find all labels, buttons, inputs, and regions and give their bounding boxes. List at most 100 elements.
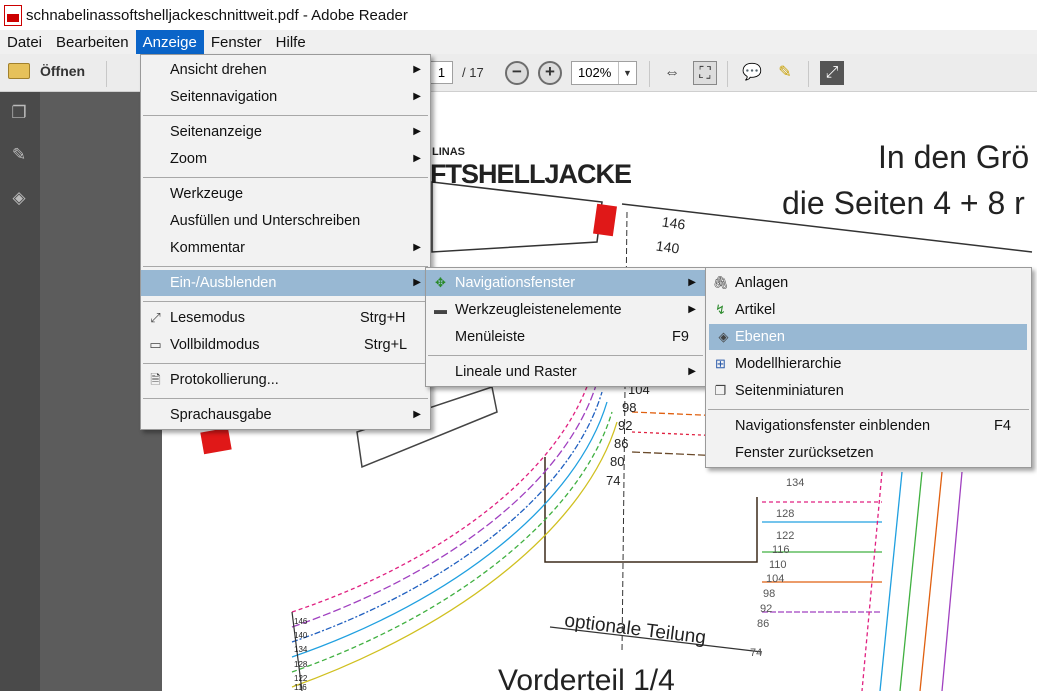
layers-icon[interactable]: ◈ — [8, 187, 30, 209]
chevron-right-icon: ▶ — [413, 126, 421, 137]
menu-item-anlagen[interactable]: 🖇 Anlagen — [706, 270, 1031, 296]
menu-item-menueleiste[interactable]: Menüleiste F9 — [426, 324, 705, 350]
size-label: 134 — [294, 645, 308, 654]
size-label: 128 — [776, 508, 795, 520]
size-label: 110 — [769, 559, 787, 571]
open-button[interactable]: Öffnen — [8, 63, 85, 79]
menu-separator — [143, 177, 428, 178]
open-label: Öffnen — [40, 63, 86, 79]
size-label: 98 — [763, 588, 776, 600]
window-title: schnabelinassoftshelljackeschnittweit.pd… — [26, 6, 408, 24]
menu-item-seitenminiaturen[interactable]: ❐ Seitenminiaturen — [706, 378, 1031, 404]
size-label: 146 — [661, 213, 687, 233]
page-thumbnails-icon: ❐ — [714, 383, 727, 398]
menu-item-modellhierarchie[interactable]: ⊞ Modellhierarchie — [706, 351, 1031, 377]
toolbar-separator — [808, 61, 809, 87]
menu-item-ein-ausblenden[interactable]: Ein-/Ausblenden ▶ — [141, 270, 430, 296]
brand-logo: FTSHELLJACKE — [430, 159, 632, 189]
menu-item-lineale-raster[interactable]: Lineale und Raster ▶ — [426, 359, 705, 385]
size-label: 104 — [766, 573, 785, 585]
size-label: 122 — [294, 674, 308, 683]
menu-separator — [143, 266, 428, 267]
menu-item-kommentar[interactable]: Kommentar ▶ — [141, 235, 430, 261]
menu-separator — [143, 363, 428, 364]
menu-item-ausfuellen[interactable]: Ausfüllen und Unterschreiben — [141, 208, 430, 234]
menu-item-sprachausgabe[interactable]: Sprachausgabe ▶ — [141, 402, 430, 428]
fit-width-icon[interactable]: ⇔ — [660, 61, 684, 85]
page-number-input[interactable]: 1 — [430, 61, 453, 84]
chevron-down-icon[interactable]: ▼ — [618, 62, 636, 84]
zoom-value: 102% — [578, 65, 612, 80]
size-label: 128 — [294, 660, 308, 669]
size-label: 80 — [610, 454, 625, 469]
menu-item-protokollierung[interactable]: 🗎 Protokollierung... — [141, 367, 430, 393]
navigation-sidebar: ❐ ✎ ◈ — [0, 92, 40, 691]
size-label: 74 — [750, 647, 763, 659]
paperclip-icon: 🖇 — [712, 275, 729, 290]
size-label: 116 — [294, 683, 307, 691]
menu-item-vollbildmodus[interactable]: ▭ Vollbildmodus Strg+L — [141, 332, 430, 358]
shortcut-label: Strg+L — [364, 337, 408, 353]
chevron-right-icon: ▶ — [413, 64, 421, 75]
fit-page-icon[interactable]: ⛶ — [693, 61, 717, 85]
article-icon: ↯ — [715, 302, 726, 317]
title-bar: schnabelinassoftshelljackeschnittweit.pd… — [0, 0, 1037, 30]
page-heading-line1: In den Grö — [878, 139, 1030, 175]
page-total: / 17 — [462, 65, 484, 80]
menu-item-seitenanzeige[interactable]: Seitenanzeige ▶ — [141, 119, 430, 145]
shortcut-label: Strg+H — [360, 310, 406, 326]
size-label: 146 — [294, 617, 308, 626]
menu-separator — [428, 355, 703, 356]
zoom-out-button[interactable]: − — [505, 61, 529, 85]
chevron-right-icon: ▶ — [413, 242, 421, 253]
menu-bearbeiten[interactable]: Bearbeiten — [49, 30, 136, 54]
reading-mode-icon: ⤢ — [150, 310, 161, 325]
menu-item-zoom[interactable]: Zoom ▶ — [141, 146, 430, 172]
highlight-text-icon[interactable]: ✎ — [773, 61, 797, 85]
size-label: 86 — [757, 618, 770, 630]
fullscreen-icon: ▭ — [149, 337, 162, 352]
layers-icon: ◈ — [718, 329, 729, 344]
chevron-right-icon: ▶ — [688, 366, 696, 377]
menu-anzeige[interactable]: Anzeige — [135, 30, 204, 54]
menu-hilfe[interactable]: Hilfe — [269, 30, 313, 54]
menu-separator — [143, 301, 428, 302]
chevron-right-icon: ▶ — [688, 277, 696, 288]
toolbar-separator — [106, 61, 107, 87]
expand-icon[interactable]: ⤢ — [820, 61, 844, 85]
toolbar-separator — [727, 61, 728, 87]
attachments-icon[interactable]: ✎ — [8, 144, 30, 166]
menu-item-werkzeuge[interactable]: Werkzeuge — [141, 181, 430, 207]
menu-datei[interactable]: Datei — [0, 30, 49, 54]
comment-icon[interactable]: 💬 — [740, 61, 764, 85]
menu-item-ansicht-drehen[interactable]: Ansicht drehen ▶ — [141, 57, 430, 83]
menu-item-navigationsfenster-einblenden[interactable]: Navigationsfenster einblenden F4 — [706, 413, 1031, 439]
chevron-right-icon: ▶ — [413, 409, 421, 420]
menu-item-fenster-zuruecksetzen[interactable]: Fenster zurücksetzen — [706, 440, 1031, 466]
menu-bar: Datei Bearbeiten Anzeige Fenster Hilfe — [0, 30, 1037, 54]
chevron-right-icon: ▶ — [413, 91, 421, 102]
size-label: 140 — [655, 237, 681, 257]
anzeige-menu: Ansicht drehen ▶ Seitennavigation ▶ Seiten… — [140, 54, 431, 430]
menu-fenster[interactable]: Fenster — [204, 30, 269, 54]
zoom-in-button[interactable]: + — [538, 61, 562, 85]
menu-item-navigationsfenster[interactable]: ✥ Navigationsfenster ▶ — [426, 270, 705, 296]
navigationsfenster-menu: 🖇 Anlagen ↯ Artikel ◈ Ebenen ⊞ Modellhierarc… — [705, 267, 1032, 468]
menu-item-artikel[interactable]: ↯ Artikel — [706, 297, 1031, 323]
menu-item-lesemodus[interactable]: ⤢ Lesemodus Strg+H — [141, 305, 430, 331]
menu-item-werkzeugleistenelemente[interactable]: ▬ Werkzeugleistenelemente ▶ — [426, 297, 705, 323]
menu-item-ebenen[interactable]: ◈ Ebenen — [709, 324, 1027, 350]
page-thumbnails-icon[interactable]: ❐ — [8, 102, 30, 124]
menu-item-seitennavigation[interactable]: Seitennavigation ▶ — [141, 84, 430, 110]
log-icon: 🗎 — [150, 372, 161, 387]
size-label: 92 — [618, 418, 633, 433]
toolbar-items-icon: ▬ — [434, 302, 447, 317]
navigation-pane-icon: ✥ — [435, 275, 446, 290]
menu-separator — [708, 409, 1029, 410]
chevron-right-icon: ▶ — [413, 277, 421, 288]
zoom-select[interactable]: 102% ▼ — [571, 61, 637, 85]
folder-icon — [8, 63, 30, 79]
page-heading-line2: die Seiten 4 + 8 r — [782, 185, 1025, 221]
chevron-right-icon: ▶ — [413, 153, 421, 164]
menu-separator — [143, 398, 428, 399]
